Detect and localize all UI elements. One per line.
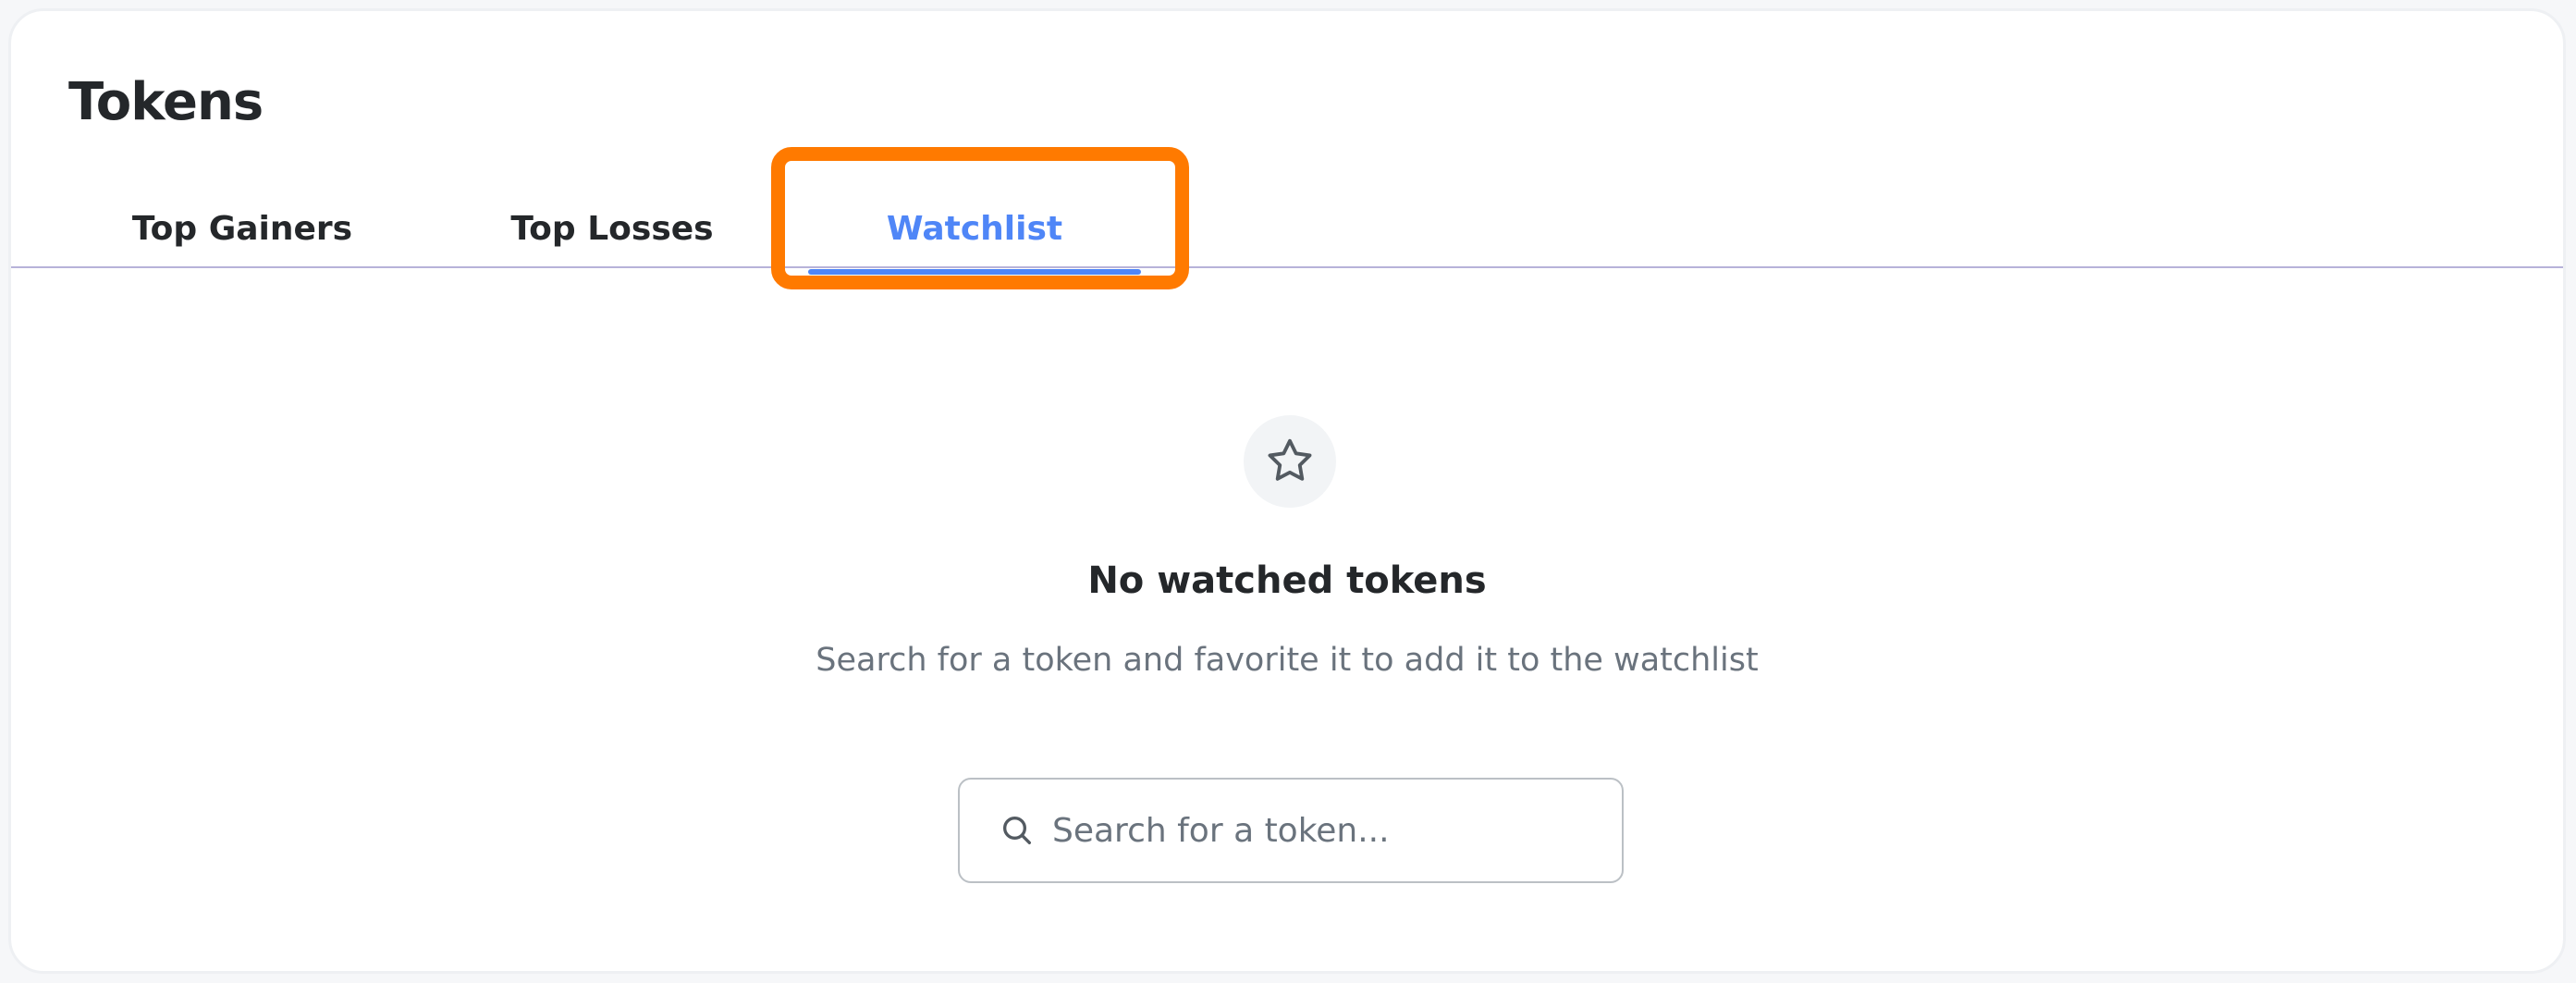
tokens-card: Tokens Top Gainers Top Losses Watchlist …	[8, 8, 2566, 974]
tab-top-losses[interactable]: Top Losses	[473, 182, 751, 275]
star-icon	[1244, 415, 1336, 508]
empty-state-title: No watched tokens	[1087, 559, 1487, 602]
tab-watchlist[interactable]: Watchlist	[808, 182, 1141, 275]
tab-top-gainers[interactable]: Top Gainers	[104, 182, 381, 275]
page-title: Tokens	[68, 72, 264, 132]
tab-label: Top Losses	[510, 209, 714, 248]
search-input[interactable]	[1052, 803, 1607, 858]
empty-state-description: Search for a token and favorite it to ad…	[816, 642, 1759, 679]
tab-label: Watchlist	[886, 209, 1063, 248]
tabs-divider	[11, 266, 2563, 268]
active-tab-indicator	[808, 269, 1141, 275]
tab-label: Top Gainers	[131, 209, 353, 248]
search-icon	[997, 810, 1037, 851]
tab-bar: Top Gainers Top Losses Watchlist	[11, 182, 2563, 275]
token-search-field[interactable]	[958, 778, 1624, 883]
